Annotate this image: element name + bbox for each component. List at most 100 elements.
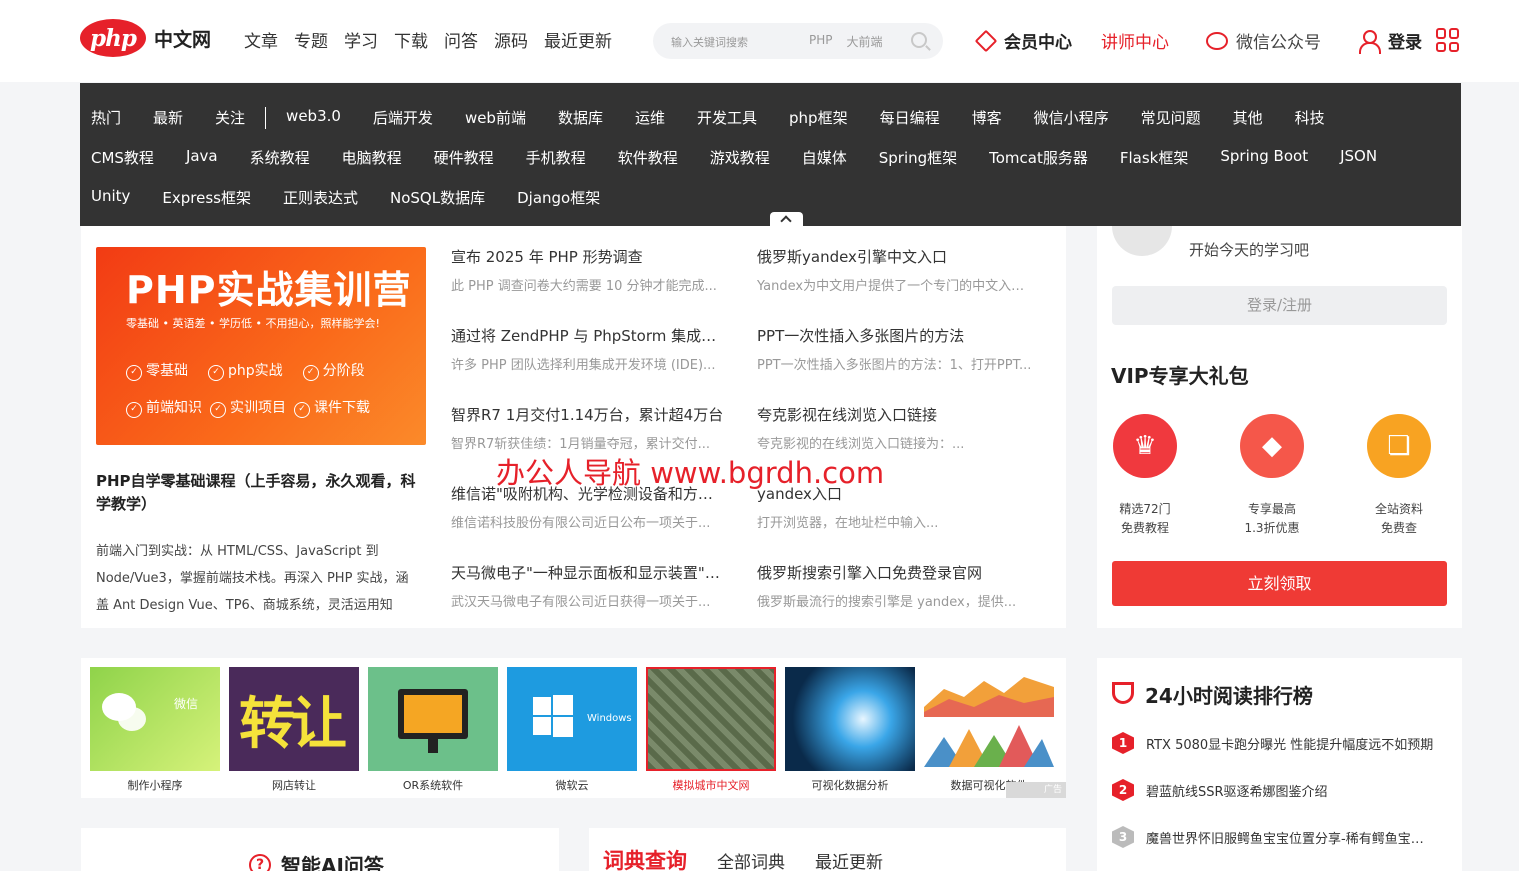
list-item[interactable]: 俄罗斯搜索引擎入口免费登录官网 俄罗斯最流行的搜索引擎是 yandex，提供... [757,562,1032,641]
nav-learn[interactable]: 学习 [344,27,378,52]
category-divider [265,107,267,129]
search-input[interactable]: 输入关键词搜索 [671,34,748,50]
crown-icon: ♛ [1113,414,1177,478]
list-item[interactable]: PPT一次性插入多张图片的方法 PPT一次性插入多张图片的方法：1、打开PPT..… [757,325,1032,404]
tab-recent-updates[interactable]: 最近更新 [815,848,883,871]
article-title[interactable]: 天马微电子"一种显示面板和显示装置"专利公布 [451,562,726,584]
article-title[interactable]: 俄罗斯搜索引擎入口免费登录官网 [757,562,1032,584]
ad-badge[interactable]: 广告 [1006,782,1066,798]
category-item[interactable]: Tomcat服务器 [989,147,1088,168]
category-item[interactable]: 游戏教程 [710,147,770,168]
category-item[interactable]: 微信小程序 [1034,107,1109,129]
category-item[interactable]: 运维 [635,107,665,129]
wechat-account-link[interactable]: 微信公众号 [1206,28,1321,53]
category-item[interactable]: NoSQL数据库 [390,187,485,208]
article-title[interactable]: 智界R7 1月交付1.14万台，累计超4万台 [451,404,726,426]
search-tag[interactable]: 大前端 [847,33,883,50]
vip-gift-item[interactable]: ♛ 精选72门 免费教程 [1105,414,1185,538]
nav-recent[interactable]: 最近更新 [544,27,612,52]
category-item[interactable]: 系统教程 [250,147,310,168]
list-item[interactable]: 1 RTX 5080显卡跑分曝光 性能提升幅度远不如预期 [1112,732,1442,754]
category-item[interactable]: 后端开发 [373,107,433,129]
category-item[interactable]: 开发工具 [697,107,757,129]
claim-gift-button[interactable]: 立刻领取 [1112,561,1447,606]
article-title[interactable]: 宣布 2025 年 PHP 形势调查 [451,246,726,268]
category-item[interactable]: Java [186,147,218,168]
login-link[interactable]: 登录 [1358,28,1422,54]
category-item[interactable]: Django框架 [517,187,600,208]
list-item[interactable]: 宣布 2025 年 PHP 形势调查此 PHP 调查问卷大约需要 10 分钟才能… [451,246,726,325]
gift-line: 免费教程 [1120,521,1169,535]
category-item[interactable]: 科技 [1295,107,1325,129]
list-item[interactable]: yandex入口 打开浏览器，在地址栏中输入... [757,483,1032,562]
list-item[interactable]: 维信诺"吸附机构、光学检测设备和方法"专利获授权维信诺科技股份有限公司近日公布一… [451,483,726,562]
category-item[interactable]: php框架 [789,107,848,129]
category-item[interactable]: Spring Boot [1220,147,1308,168]
category-item[interactable]: 博客 [972,107,1002,129]
category-item[interactable]: 正则表达式 [283,187,358,208]
category-item[interactable]: Flask框架 [1120,147,1189,168]
vip-gift-item[interactable]: ❏ 全站资料 免费查 [1359,414,1439,538]
list-item[interactable]: 2 碧蓝航线SSR驱逐希娜图鉴介绍 [1112,779,1442,801]
category-item[interactable]: 硬件教程 [434,147,494,168]
search-box[interactable]: 输入关键词搜索 PHP 大前端 [653,23,943,59]
category-item[interactable]: web3.0 [286,107,341,129]
list-item[interactable]: 天马微电子"一种显示面板和显示装置"专利公布武汉天马微电子有限公司近日获得一项关… [451,562,726,641]
category-item[interactable]: Express框架 [162,187,251,208]
list-item[interactable]: 3 魔兽世界怀旧服鳄鱼宝宝位置分享-稀有鳄鱼宝宝在哪 [1112,826,1442,848]
tile-text: Windows [587,713,632,724]
vip-gift-item[interactable]: ◆ 专享最高 1.3折优惠 [1232,414,1312,538]
category-item[interactable]: 热门 [91,107,121,129]
tab-all-dictionaries[interactable]: 全部词典 [717,848,785,871]
category-item[interactable]: JSON [1340,147,1377,168]
search-icon[interactable] [911,32,927,48]
nav-qa[interactable]: 问答 [444,27,478,52]
tile-data-analysis[interactable]: 可视化数据分析 [785,667,915,793]
category-item[interactable]: Spring框架 [879,147,957,168]
nav-download[interactable]: 下载 [394,27,428,52]
category-item[interactable]: 数据库 [558,107,603,129]
promo-banner[interactable]: PHP实战集训营 零基础 • 英语差 • 学历低 • 不用担心，照样能学会! 零… [96,247,426,445]
collapse-chevron-up-icon[interactable] [770,212,803,226]
lecturer-center-link[interactable]: 讲师中心 [1101,28,1169,53]
category-item[interactable]: 常见问题 [1141,107,1201,129]
category-item[interactable]: 电脑教程 [342,147,402,168]
category-item[interactable]: Unity [91,187,130,208]
course-title[interactable]: PHP自学零基础课程（上手容易，永久观看，科学教学） [96,470,426,516]
promo-badges: 零基础 php实战 分阶段 [126,360,406,381]
category-item[interactable]: 手机教程 [526,147,586,168]
category-item[interactable]: 最新 [153,107,183,129]
rank-title[interactable]: RTX 5080显卡跑分曝光 性能提升幅度远不如预期 [1146,734,1436,753]
member-center-link[interactable]: 会员中心 [974,28,1072,53]
login-register-button[interactable]: 登录/注册 [1112,286,1447,325]
ai-qa-label: 智能AI问答 [281,854,384,871]
search-tag[interactable]: PHP [809,33,833,50]
category-item[interactable]: 自媒体 [802,147,847,168]
tile-sim-city[interactable]: 模拟城市中文网 [646,667,776,793]
list-item[interactable]: 俄罗斯yandex引擎中文入口 Yandex为中文用户提供了一个专门的中文入口..… [757,246,1032,325]
article-title[interactable]: 俄罗斯yandex引擎中文入口 [757,246,1032,268]
category-item[interactable]: 软件教程 [618,147,678,168]
tile-mini-program[interactable]: 微信 制作小程序 [90,667,220,793]
rank-title[interactable]: 魔兽世界怀旧服鳄鱼宝宝位置分享-稀有鳄鱼宝宝在哪 [1146,828,1436,847]
nav-topics[interactable]: 专题 [294,27,328,52]
nav-articles[interactable]: 文章 [244,27,278,52]
tile-shop-transfer[interactable]: 转让 网店转让 [229,667,359,793]
tile-or-system[interactable]: OR系统软件 [368,667,498,793]
nav-source[interactable]: 源码 [494,27,528,52]
category-item[interactable]: 每日编程 [880,107,940,129]
tile-data-viz[interactable]: 数据可视化软件 [924,667,1054,793]
article-title[interactable]: 夸克影视在线浏览入口链接 [757,404,1032,426]
category-item[interactable]: 关注 [215,107,245,129]
article-title[interactable]: 通过将 ZendPHP 与 PhpStorm 集成提高 PHP 开发效率 [451,325,726,347]
category-item[interactable]: web前端 [465,107,526,129]
site-logo[interactable]: php 中文网 [80,19,211,57]
category-item[interactable]: CMS教程 [91,147,154,168]
article-title[interactable]: PPT一次性插入多张图片的方法 [757,325,1032,347]
list-item[interactable]: 通过将 ZendPHP 与 PhpStorm 集成提高 PHP 开发效率许多 P… [451,325,726,404]
category-item[interactable]: 其他 [1233,107,1263,129]
tab-dictionary-search[interactable]: 词典查询 [603,845,687,871]
rank-title[interactable]: 碧蓝航线SSR驱逐希娜图鉴介绍 [1146,781,1436,800]
tile-microsoft-cloud[interactable]: Windows 微软云 [507,667,637,793]
apps-grid-icon[interactable] [1436,28,1460,52]
